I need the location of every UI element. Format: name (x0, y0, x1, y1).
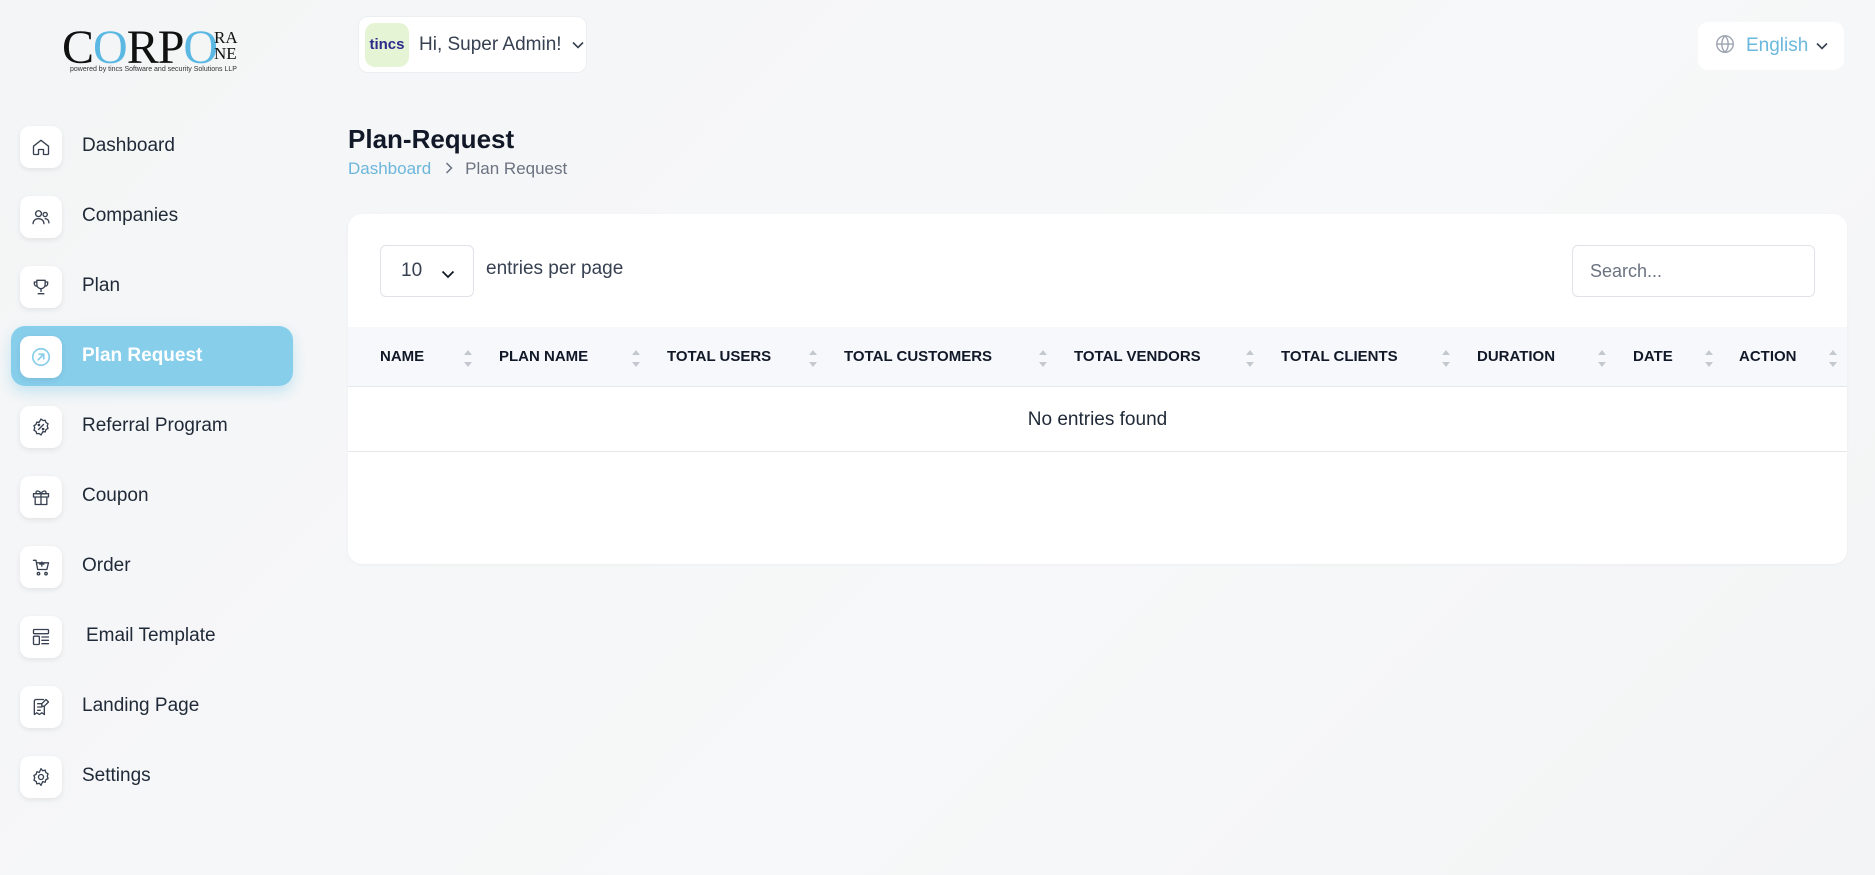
sort-icon[interactable] (631, 350, 641, 368)
user-greeting: Hi, Super Admin! (419, 33, 562, 55)
column-header-action[interactable]: ACTION (1739, 327, 1797, 387)
sidebar-item-label: Order (82, 555, 131, 576)
logo-wordmark: CORPO (62, 21, 218, 74)
sort-icon[interactable] (1038, 350, 1048, 368)
column-header-date[interactable]: DATE (1633, 327, 1673, 387)
sidebar-item-label: Landing Page (82, 695, 200, 716)
table-header: NAME PLAN NAME TOTAL USERS TOTAL CUSTOME… (348, 327, 1847, 387)
chevron-right-icon (445, 159, 453, 179)
language-selector[interactable]: English (1698, 22, 1844, 70)
breadcrumb-dashboard-link[interactable]: Dashboard (348, 159, 431, 179)
chevron-down-icon (1816, 37, 1828, 55)
user-menu-button[interactable]: tincs Hi, Super Admin! (358, 16, 587, 73)
sidebar-item-label: Email Template (86, 625, 216, 646)
breadcrumb: Dashboard Plan Request (348, 159, 567, 179)
trophy-icon (20, 266, 62, 308)
cart-icon (20, 546, 62, 588)
sort-icon[interactable] (1597, 350, 1607, 368)
breadcrumb-current: Plan Request (465, 159, 568, 178)
document-edit-icon (20, 686, 62, 728)
column-header-total-clients[interactable]: TOTAL CLIENTS (1281, 327, 1398, 387)
column-header-total-customers[interactable]: TOTAL CUSTOMERS (844, 327, 992, 387)
empty-table-message: No entries found (348, 388, 1847, 452)
column-header-duration[interactable]: DURATION (1477, 327, 1555, 387)
search-input[interactable] (1572, 245, 1815, 297)
arrow-up-right-circle-icon (20, 336, 62, 378)
users-icon (20, 196, 62, 238)
column-header-total-vendors[interactable]: TOTAL VENDORS (1074, 327, 1201, 387)
gear-icon (20, 756, 62, 798)
sidebar-nav: Dashboard Companies Plan Plan Request Re… (11, 116, 293, 816)
column-header-plan-name[interactable]: PLAN NAME (499, 327, 588, 387)
sort-icon[interactable] (808, 350, 818, 368)
entries-per-page-value: 10 (401, 260, 423, 281)
logo-tagline: powered by tincs Software and security S… (70, 66, 237, 73)
avatar: tincs (365, 22, 409, 67)
sort-icon[interactable] (1245, 350, 1255, 368)
column-header-total-users[interactable]: TOTAL USERS (667, 327, 771, 387)
entries-per-page-label: entries per page (486, 258, 624, 279)
template-icon (20, 616, 62, 658)
sidebar-item-plan-request[interactable]: Plan Request (11, 326, 293, 386)
sort-icon[interactable] (1704, 350, 1714, 368)
sidebar-item-settings[interactable]: Settings (11, 746, 293, 806)
sidebar-item-label: Plan (82, 275, 121, 296)
discount-badge-icon (20, 406, 62, 448)
chevron-down-icon (441, 266, 455, 284)
sidebar-item-label: Coupon (82, 485, 149, 506)
gift-icon (20, 476, 62, 518)
sidebar-item-referral-program[interactable]: Referral Program (11, 396, 293, 456)
sidebar-item-coupon[interactable]: Coupon (11, 466, 293, 526)
globe-icon (1714, 33, 1736, 60)
sidebar-item-label: Settings (82, 765, 151, 786)
column-header-name[interactable]: NAME (380, 327, 424, 387)
page-title: Plan-Request (348, 124, 515, 154)
home-icon (20, 126, 62, 168)
sidebar: CORPO RA NE powered by tincs Software and… (0, 0, 310, 875)
plan-request-table-card: 10 entries per page NAME PLAN NAME TOTAL… (348, 214, 1847, 564)
sidebar-item-label: Companies (82, 205, 179, 226)
sidebar-item-companies[interactable]: Companies (11, 186, 293, 246)
sidebar-item-order[interactable]: Order (11, 536, 293, 596)
sort-icon[interactable] (463, 350, 473, 368)
chevron-down-icon (572, 36, 584, 54)
brand-logo[interactable]: CORPO RA NE powered by tincs Software and… (62, 22, 242, 82)
sidebar-item-label: Plan Request (82, 345, 203, 366)
sidebar-item-landing-page[interactable]: Landing Page (11, 676, 293, 736)
sort-icon[interactable] (1828, 350, 1838, 368)
sidebar-item-email-template[interactable]: Email Template (11, 606, 293, 666)
sidebar-item-label: Referral Program (82, 415, 228, 436)
language-label: English (1746, 35, 1809, 56)
logo-wordmark-side: RA NE (214, 28, 238, 63)
entries-per-page-select[interactable]: 10 (380, 245, 474, 297)
sidebar-item-plan[interactable]: Plan (11, 256, 293, 316)
sidebar-item-dashboard[interactable]: Dashboard (11, 116, 293, 176)
sort-icon[interactable] (1441, 350, 1451, 368)
sidebar-item-label: Dashboard (82, 135, 175, 156)
